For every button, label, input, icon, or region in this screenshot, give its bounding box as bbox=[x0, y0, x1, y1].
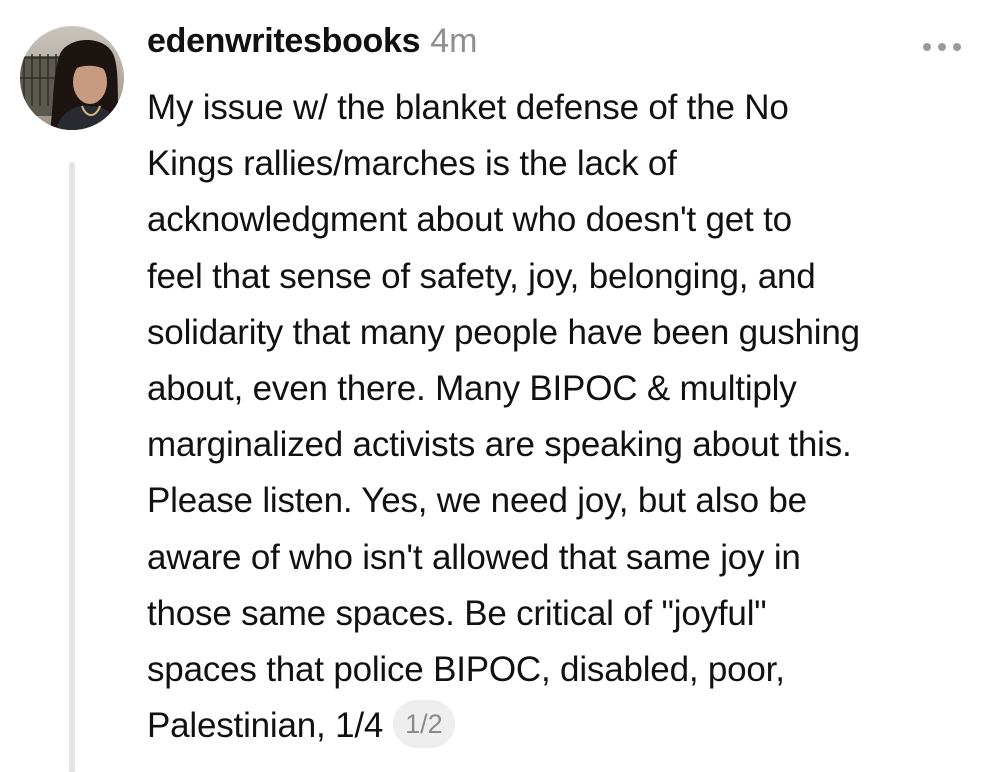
post-body-line: Please listen. Yes, we need joy, but als… bbox=[147, 481, 807, 521]
post-body-line: spaces that police BIPOC, disabled, poor… bbox=[147, 650, 785, 690]
post-body-line: about, even there. Many BIPOC & multiply bbox=[147, 369, 797, 409]
post-header: edenwritesbooks 4m bbox=[147, 22, 477, 72]
timestamp: 4m bbox=[430, 22, 478, 60]
post-body-line: marginalized activists are speaking abou… bbox=[147, 425, 852, 465]
post-body-line: My issue w/ the blanket defense of the N… bbox=[147, 88, 789, 127]
post-body-line: those same spaces. Be critical of "joyfu… bbox=[147, 593, 767, 633]
post-body-line: Palestinian, 1/4 bbox=[147, 706, 384, 746]
avatar-image bbox=[20, 26, 124, 130]
post-body-last-line: Palestinian, 1/4 1/2 bbox=[147, 698, 977, 754]
more-options-button[interactable] bbox=[918, 32, 966, 62]
post-body-line: Kings rallies/marches is the lack of bbox=[147, 144, 677, 184]
username[interactable]: edenwritesbooks bbox=[147, 22, 421, 61]
post: edenwritesbooks 4m My issue w/ the blank… bbox=[0, 0, 1000, 772]
post-body: My issue w/ the blanket defense of the N… bbox=[147, 80, 977, 754]
post-body-line: solidarity that many people have been gu… bbox=[147, 312, 860, 352]
thread-line bbox=[69, 162, 75, 772]
post-body-line: aware of who isn't allowed that same joy… bbox=[147, 537, 801, 577]
post-body-line: feel that sense of safety, joy, belongin… bbox=[147, 256, 816, 296]
more-horizontal-icon bbox=[923, 43, 961, 51]
avatar[interactable] bbox=[20, 26, 124, 130]
page-indicator[interactable]: 1/2 bbox=[393, 699, 455, 748]
post-body-line: acknowledgment about who doesn't get to bbox=[147, 200, 792, 240]
